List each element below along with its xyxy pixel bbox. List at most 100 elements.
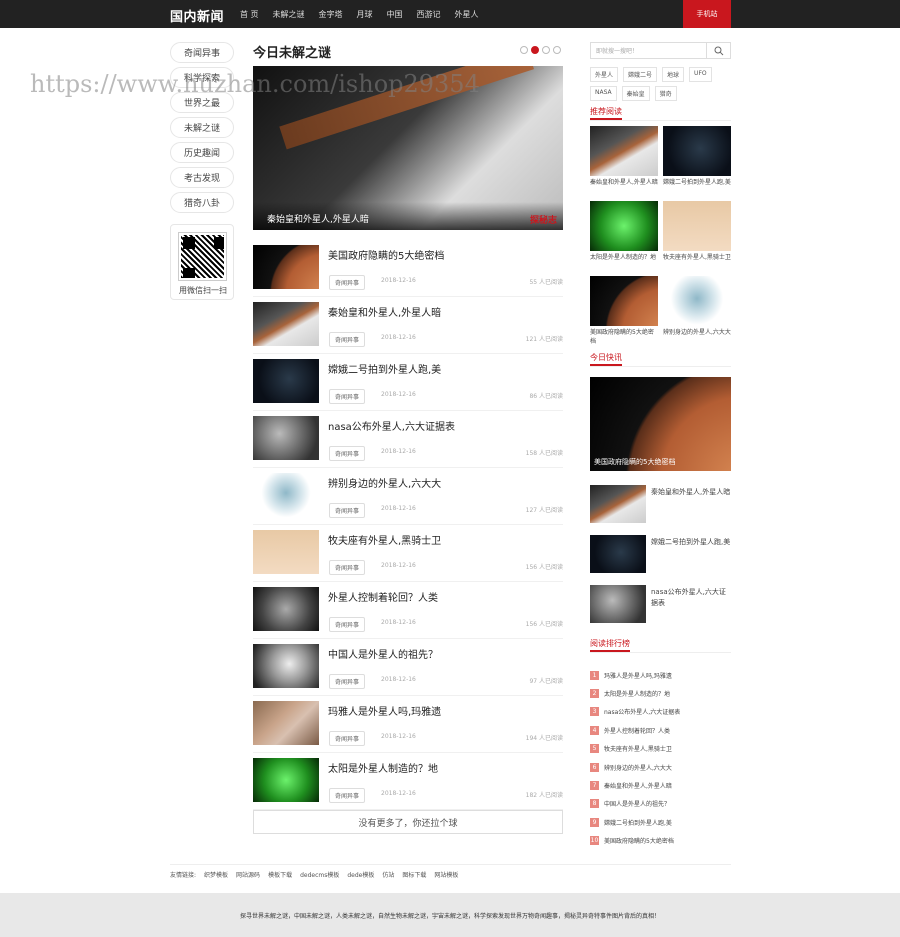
article-category-tag[interactable]: 奇闻异事 (329, 446, 366, 461)
article-row[interactable]: 玛雅人是外星人吗,玛雅遗 奇闻异事 2018-12-16 194 人已阅读 (253, 696, 563, 753)
article-thumbnail[interactable] (253, 473, 319, 517)
article-thumbnail[interactable] (253, 302, 319, 346)
article-thumbnail[interactable] (253, 530, 319, 574)
article-title[interactable]: 辨别身边的外星人,六大大 (328, 475, 441, 490)
kuaixun-thumbnail[interactable] (590, 585, 646, 623)
nav-aliens[interactable]: 外星人 (455, 9, 479, 20)
article-category-tag[interactable]: 奇闻异事 (329, 731, 366, 746)
recommend-title-text[interactable]: 牧夫座有外星人,黑骑士卫 (663, 253, 731, 272)
rank-item[interactable]: 9 嫦娥二号拍到外星人跑,美 (590, 813, 731, 831)
article-title[interactable]: 美国政府隐瞒的5大绝密档 (328, 247, 444, 262)
article-title[interactable]: 中国人是外星人的祖先？ (328, 646, 438, 661)
rank-item-title[interactable]: 辨别身边的外星人,六大大 (604, 763, 672, 772)
left-nav-item[interactable]: 历史趣闻 (170, 142, 234, 163)
nav-journey-west[interactable]: 西游记 (417, 9, 441, 20)
left-nav-item[interactable]: 未解之谜 (170, 117, 234, 138)
tag-chip[interactable]: 地球 (662, 67, 685, 82)
article-thumbnail[interactable] (253, 644, 319, 688)
article-category-tag[interactable]: 奇闻异事 (329, 560, 366, 575)
recommend-title-text[interactable]: 辨别身边的外星人,六大大 (663, 328, 731, 347)
slider-dot[interactable] (553, 46, 561, 54)
kuaixun-item-title[interactable]: 秦始皇和外星人,外星人暗 (651, 487, 731, 498)
article-category-tag[interactable]: 奇闻异事 (329, 674, 366, 689)
recommend-item[interactable]: 太阳是外星人制造的？地 (590, 201, 658, 272)
tag-chip[interactable]: 外星人 (590, 67, 619, 82)
rank-item[interactable]: 4 外星人控制着轮回？人类 (590, 721, 731, 739)
tag-chip[interactable]: 嫦娥二号 (623, 67, 658, 82)
article-title[interactable]: nasa公布外星人,六大证据表 (328, 418, 455, 433)
article-row[interactable]: 外星人控制着轮回？人类 奇闻异事 2018-12-16 156 人已阅读 (253, 582, 563, 639)
nav-mysteries[interactable]: 未解之谜 (273, 9, 305, 20)
recommend-thumbnail[interactable] (590, 276, 658, 326)
hero-caption[interactable]: 秦始皇和外星人,外星人暗 (253, 202, 563, 230)
rank-item[interactable]: 7 秦始皇和外星人,外星人暗 (590, 776, 731, 794)
article-category-tag[interactable]: 奇闻异事 (329, 617, 366, 632)
kuaixun-item[interactable]: nasa公布外星人,六大证据表 (590, 585, 731, 625)
article-title[interactable]: 太阳是外星人制造的？地 (328, 760, 438, 775)
article-row[interactable]: 辨别身边的外星人,六大大 奇闻异事 2018-12-16 127 人已阅读 (253, 468, 563, 525)
friend-link[interactable]: 网站源码 (236, 870, 260, 879)
recommend-title-text[interactable]: 秦始皇和外星人,外星人暗 (590, 178, 658, 197)
tag-chip[interactable]: 猎奇 (654, 86, 677, 101)
rank-item-title[interactable]: 外星人控制着轮回？人类 (604, 726, 670, 735)
recommend-thumbnail[interactable] (663, 126, 731, 176)
kuaixun-feature-caption[interactable]: 美国政府隐瞒的5大绝密档 (594, 457, 675, 467)
rank-item-title[interactable]: 牧夫座有外星人,黑骑士卫 (604, 744, 672, 753)
article-row[interactable]: 嫦娥二号拍到外星人跑,美 奇闻异事 2018-12-16 86 人已阅读 (253, 354, 563, 411)
rank-item[interactable]: 5 牧夫座有外星人,黑骑士卫 (590, 740, 731, 758)
recommend-thumbnail[interactable] (590, 126, 658, 176)
left-nav-item[interactable]: 猎奇八卦 (170, 192, 234, 213)
rank-item[interactable]: 8 中国人是外星人的祖先？ (590, 795, 731, 813)
site-logo[interactable]: 国内新闻 (170, 6, 224, 25)
article-category-tag[interactable]: 奇闻异事 (329, 275, 366, 290)
article-title[interactable]: 玛雅人是外星人吗,玛雅遗 (328, 703, 441, 718)
nav-home[interactable]: 首 页 (240, 9, 259, 20)
rank-item[interactable]: 2 太阳是外星人制造的？地 (590, 684, 731, 702)
recommend-thumbnail[interactable] (663, 276, 731, 326)
friend-link[interactable]: 模板下载 (268, 870, 292, 879)
article-title[interactable]: 嫦娥二号拍到外星人跑,美 (328, 361, 441, 376)
mobile-site-button[interactable]: 手机站 (683, 0, 731, 28)
article-category-tag[interactable]: 奇闻异事 (329, 332, 366, 347)
kuaixun-item[interactable]: 嫦娥二号拍到外星人跑,美 (590, 535, 731, 575)
recommend-item[interactable]: 秦始皇和外星人,外星人暗 (590, 126, 658, 197)
rank-item-title[interactable]: 中国人是外星人的祖先？ (604, 799, 670, 808)
article-category-tag[interactable]: 奇闻异事 (329, 389, 366, 404)
rank-item-title[interactable]: 秦始皇和外星人,外星人暗 (604, 781, 672, 790)
friend-link[interactable]: dede模板 (347, 870, 374, 879)
search-input[interactable]: 即就搜一搜吧！ (596, 46, 638, 55)
article-title[interactable]: 牧夫座有外星人,黑骑士卫 (328, 532, 441, 547)
article-row[interactable]: nasa公布外星人,六大证据表 奇闻异事 2018-12-16 158 人已阅读 (253, 411, 563, 468)
kuaixun-feature[interactable]: 美国政府隐瞒的5大绝密档 (590, 377, 731, 471)
article-thumbnail[interactable] (253, 587, 319, 631)
left-nav-item[interactable]: 科学探索 (170, 67, 234, 88)
article-category-tag[interactable]: 奇闻异事 (329, 788, 366, 803)
article-thumbnail[interactable] (253, 245, 319, 289)
kuaixun-item-title[interactable]: 嫦娥二号拍到外星人跑,美 (651, 537, 731, 548)
article-thumbnail[interactable] (253, 416, 319, 460)
left-nav-item[interactable]: 世界之最 (170, 92, 234, 113)
nav-pyramid[interactable]: 金字塔 (319, 9, 343, 20)
article-title[interactable]: 秦始皇和外星人,外星人暗 (328, 304, 441, 319)
hero-slide[interactable]: 秦始皇和外星人,外星人暗 探秘志 (253, 66, 563, 230)
load-more-button[interactable]: 没有更多了，你还拉个球 (253, 810, 563, 834)
rank-item-title[interactable]: 嫦娥二号拍到外星人跑,美 (604, 818, 672, 827)
recommend-item[interactable]: 美国政府隐瞒的5大绝密档 (590, 276, 658, 347)
friend-link[interactable]: 织梦模板 (204, 870, 228, 879)
article-title[interactable]: 外星人控制着轮回？人类 (328, 589, 438, 604)
article-row[interactable]: 太阳是外星人制造的？地 奇闻异事 2018-12-16 182 人已阅读 (253, 753, 563, 810)
tag-chip[interactable]: UFO (689, 67, 712, 82)
recommend-item[interactable]: 辨别身边的外星人,六大大 (663, 276, 731, 347)
recommend-thumbnail[interactable] (590, 201, 658, 251)
kuaixun-thumbnail[interactable] (590, 485, 646, 523)
kuaixun-item[interactable]: 秦始皇和外星人,外星人暗 (590, 485, 731, 525)
friend-link[interactable]: 网站模板 (434, 870, 458, 879)
rank-item-title[interactable]: 玛雅人是外星人吗,玛雅遗 (604, 671, 672, 680)
article-thumbnail[interactable] (253, 758, 319, 802)
left-nav-item[interactable]: 奇闻异事 (170, 42, 234, 63)
recommend-title-text[interactable]: 太阳是外星人制造的？地 (590, 253, 658, 272)
article-thumbnail[interactable] (253, 359, 319, 403)
article-category-tag[interactable]: 奇闻异事 (329, 503, 366, 518)
rank-item-title[interactable]: 太阳是外星人制造的？地 (604, 689, 670, 698)
kuaixun-thumbnail[interactable] (590, 535, 646, 573)
